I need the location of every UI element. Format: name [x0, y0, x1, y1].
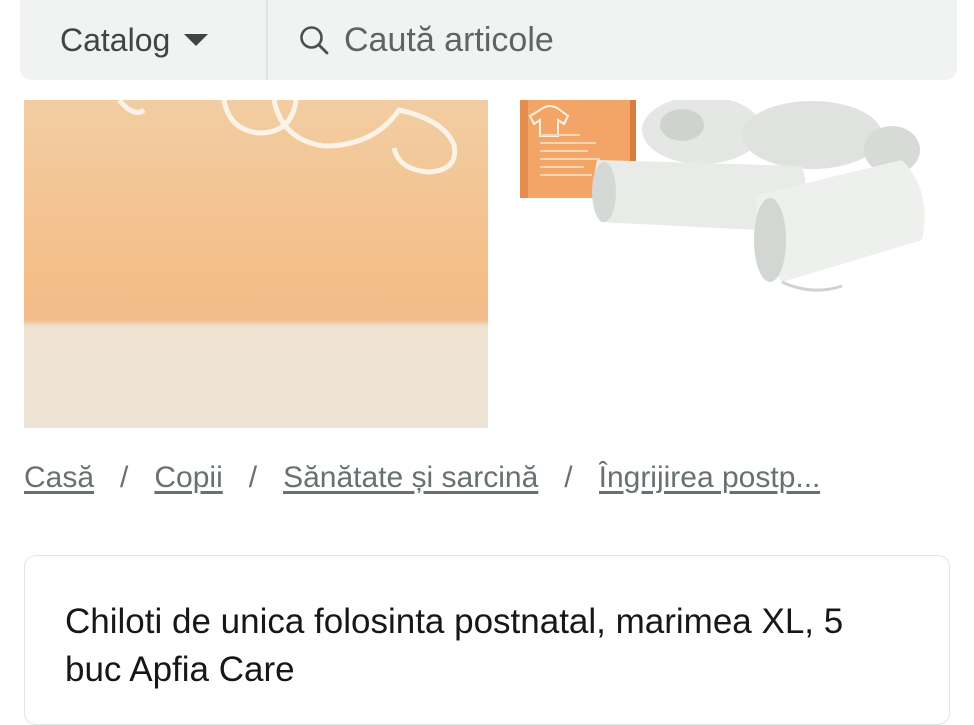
breadcrumb: Casă / Copii / Sănătate și sarcină / Îng… [24, 456, 944, 500]
box-logo-graphic [117, 100, 458, 175]
breadcrumb-kids[interactable]: Copii [154, 461, 222, 495]
product-image-packs[interactable] [512, 100, 940, 300]
breadcrumb-postpartum-care[interactable]: Îngrijirea postp... [599, 461, 821, 495]
breadcrumb-home[interactable]: Casă [24, 461, 94, 495]
breadcrumb-separator: / [120, 461, 129, 494]
search-input[interactable] [342, 19, 906, 61]
top-bar: Catalog [20, 0, 957, 80]
product-image-box[interactable] [24, 100, 488, 428]
catalog-label: Catalog [60, 21, 171, 58]
product-title: Chiloti de unica folosinta postnatal, ma… [65, 602, 844, 689]
chevron-down-icon [184, 34, 209, 46]
search-icon [300, 26, 329, 55]
catalog-dropdown[interactable]: Catalog [20, 0, 268, 80]
search-bar[interactable] [268, 0, 957, 80]
breadcrumb-health-pregnancy[interactable]: Sănătate și sarcină [283, 461, 538, 495]
underwear-packs-graphic [520, 100, 925, 292]
breadcrumb-separator: / [564, 461, 573, 494]
breadcrumb-separator: / [248, 461, 258, 494]
